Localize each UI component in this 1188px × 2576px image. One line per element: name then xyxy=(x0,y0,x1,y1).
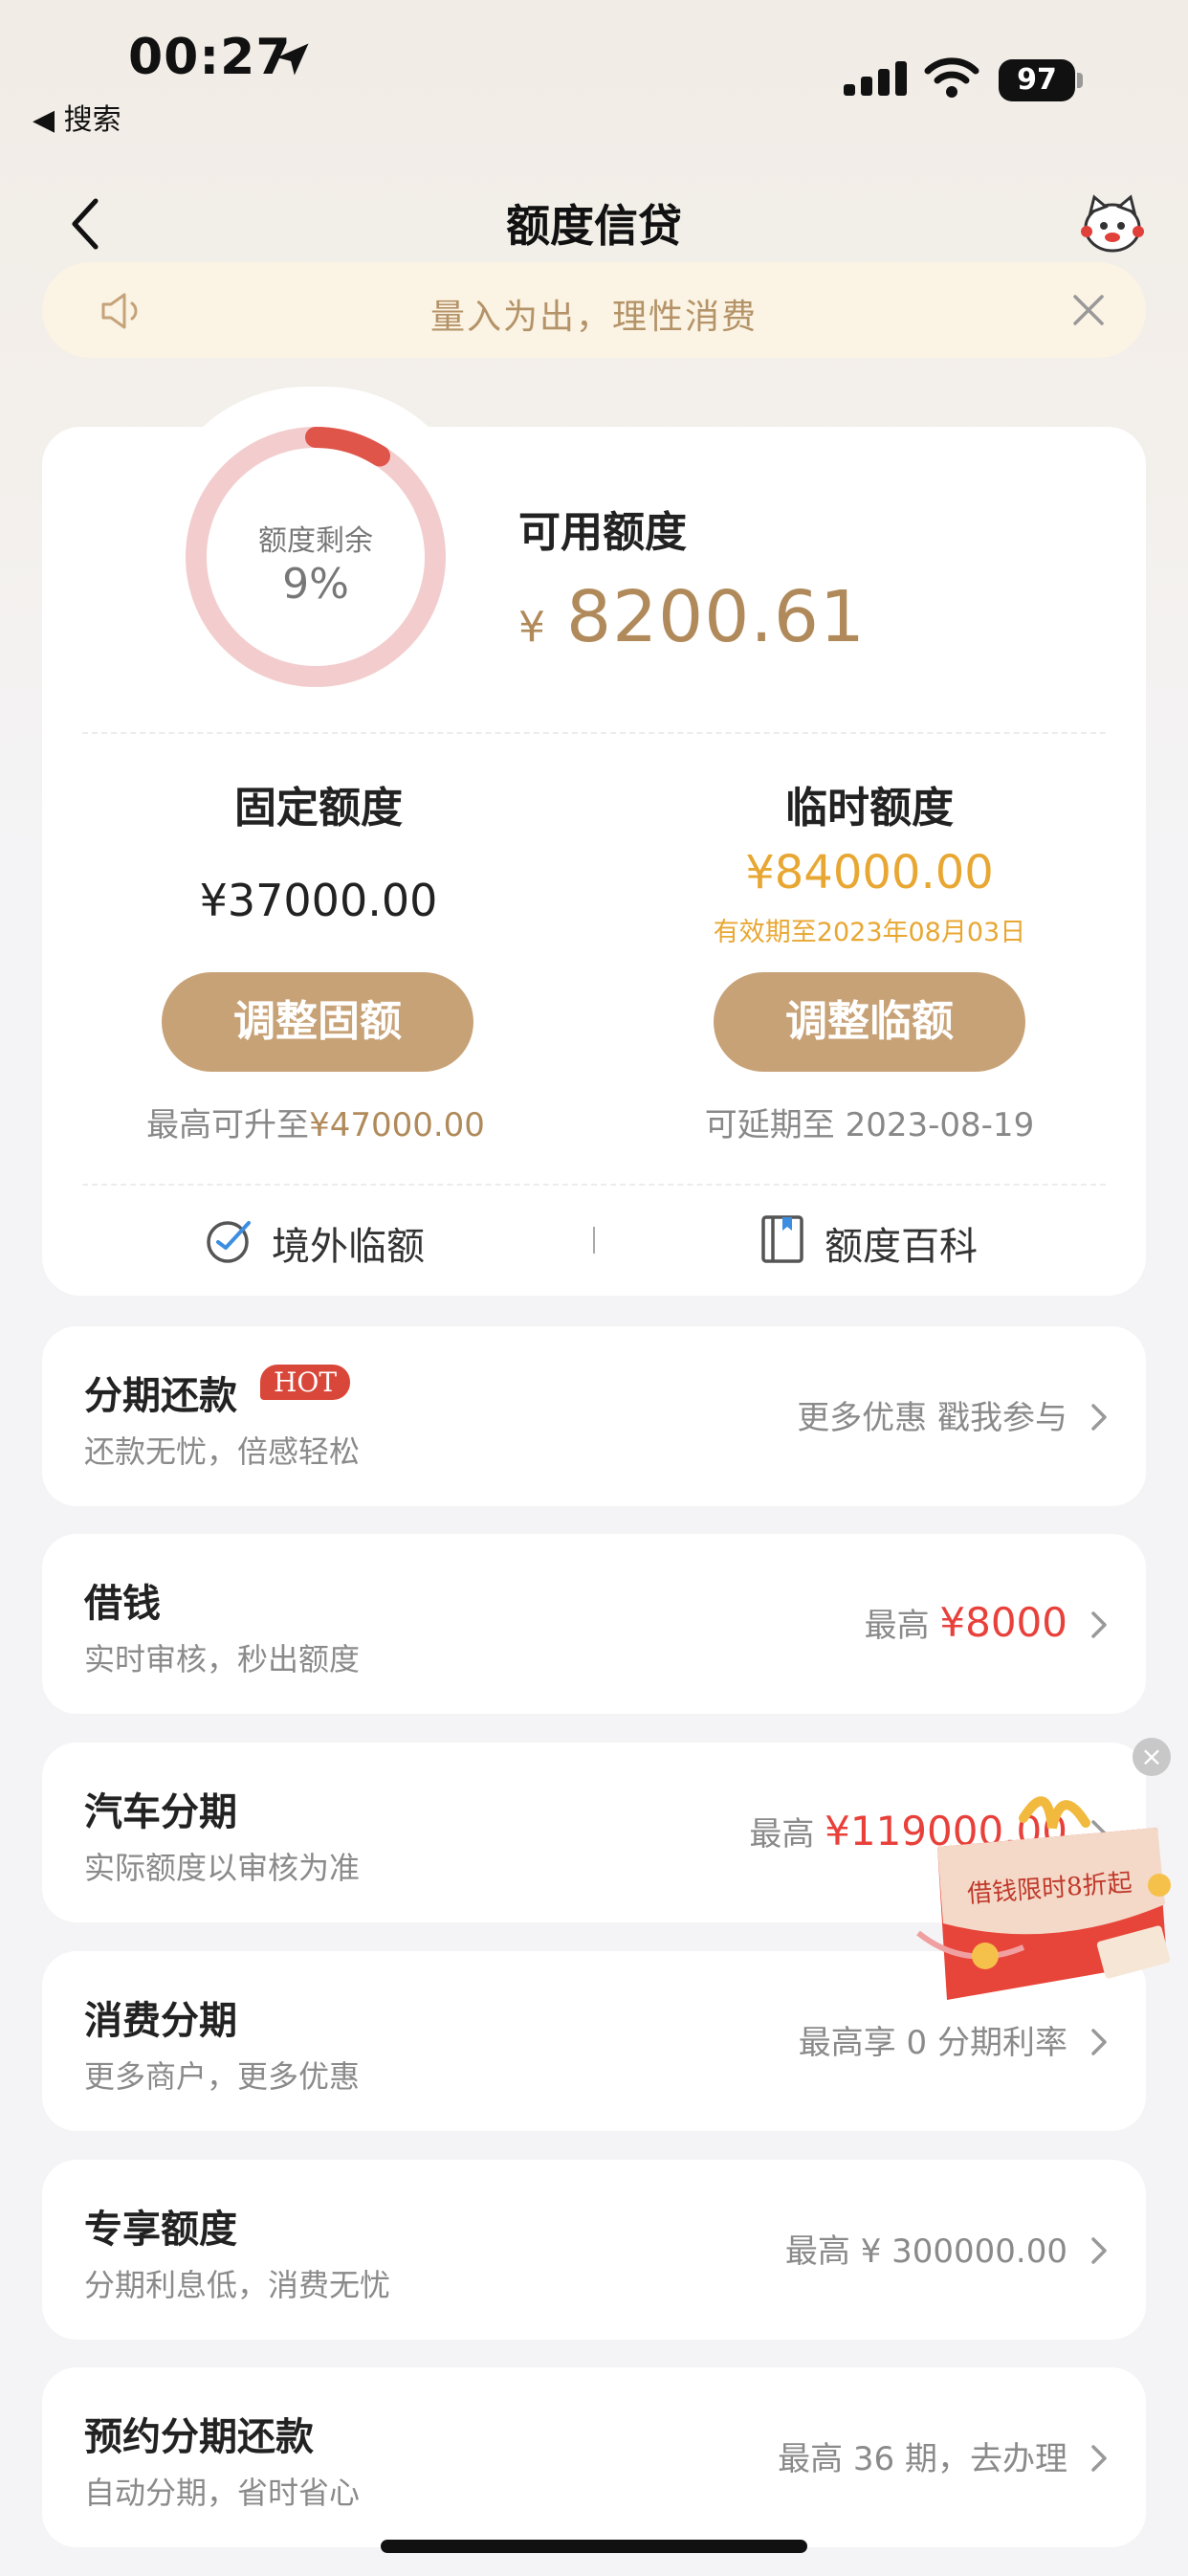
back-to-search-link[interactable]: ◀ 搜索 xyxy=(33,96,121,138)
temp-quota-note: 可延期至 2023-08-19 xyxy=(704,1106,1035,1144)
list-item-scheduled-installment[interactable]: 预约分期还款 自动分期，省时省心 最高 36 期，去办理 xyxy=(42,2367,1146,2547)
chevron-right-icon xyxy=(1091,1404,1107,1431)
wifi-icon xyxy=(924,57,979,98)
item-right-text: 最高享 0 分期利率 xyxy=(799,2016,1067,2063)
close-ad-icon[interactable]: × xyxy=(1133,1738,1171,1776)
item-title: 预约分期还款 xyxy=(84,2415,314,2459)
item-right-text: 最高 ¥8000 xyxy=(865,1599,1067,1646)
fixed-quota-max: ¥47000.00 xyxy=(309,1106,485,1144)
location-arrow-icon xyxy=(276,43,309,76)
quota-wiki-link[interactable]: 额度百科 xyxy=(825,1215,978,1271)
item-right-label: 最高享 0 分期利率 xyxy=(798,2024,1067,2062)
item-subtitle: 自动分期，省时省心 xyxy=(84,2475,361,2511)
hot-badge: HOT xyxy=(260,1365,351,1400)
divider xyxy=(82,1184,1106,1186)
adjust-fixed-quota-button[interactable]: 调整固额 xyxy=(162,972,473,1072)
item-right-text: 最高 ¥ 300000.00 xyxy=(785,2225,1067,2272)
item-subtitle: 实时审核，秒出额度 xyxy=(84,1641,361,1677)
fixed-quota-note-prefix: 最高可升至 xyxy=(146,1106,310,1144)
item-subtitle: 更多商户，更多优惠 xyxy=(84,2058,361,2095)
temp-quota-title: 临时额度 xyxy=(785,784,954,833)
chevron-right-icon xyxy=(1091,2445,1107,2472)
item-right-label: 最高 xyxy=(864,1607,940,1645)
home-indicator[interactable] xyxy=(381,2540,807,2553)
temp-quota-validity: 有效期至2023年08月03日 xyxy=(713,918,1026,947)
item-title: 汽车分期 xyxy=(84,1790,237,1834)
chevron-right-icon xyxy=(1091,2237,1107,2264)
overseas-quota-link[interactable]: 境外临额 xyxy=(272,1215,425,1271)
item-right-label: 更多优惠 戳我参与 xyxy=(797,1399,1067,1437)
list-item-exclusive-quota[interactable]: 专享额度 分期利息低，消费无忧 最高 ¥ 300000.00 xyxy=(42,2160,1146,2340)
list-item-installment-repay[interactable]: 分期还款 HOT 还款无忧，倍感轻松 更多优惠 戳我参与 xyxy=(42,1326,1146,1506)
chevron-right-icon xyxy=(1091,1611,1107,1638)
notice-bar: 量入为出，理性消费 xyxy=(42,262,1146,358)
battery-level: 97 xyxy=(999,59,1075,101)
cellular-signal-icon xyxy=(844,61,907,96)
overseas-quota-icon[interactable] xyxy=(205,1215,254,1265)
item-subtitle: 实际额度以审核为准 xyxy=(84,1850,361,1886)
fixed-quota-note: 最高可升至¥47000.00 xyxy=(48,1099,583,1145)
currency-symbol: ¥ xyxy=(518,603,545,652)
item-right-text: 最高 36 期，去办理 xyxy=(778,2432,1067,2479)
quota-remaining-percent: 9% xyxy=(282,560,349,609)
notice-text: 量入为出，理性消费 xyxy=(429,298,758,337)
item-right-label: 最高 ¥ 300000.00 xyxy=(784,2232,1067,2271)
book-icon[interactable] xyxy=(759,1213,805,1265)
adjust-temp-quota-button[interactable]: 调整临额 xyxy=(714,972,1025,1072)
item-right-value: ¥8000 xyxy=(939,1599,1067,1646)
item-right-label: 最高 xyxy=(749,1815,825,1854)
list-item-borrow[interactable]: 借钱 实时审核，秒出额度 最高 ¥8000 xyxy=(42,1534,1146,1714)
divider xyxy=(82,732,1106,734)
quota-remaining-label: 额度剩余 xyxy=(258,524,373,558)
item-title: 专享额度 xyxy=(84,2208,237,2252)
item-title: 消费分期 xyxy=(84,1999,237,2043)
item-subtitle: 分期利息低，消费无忧 xyxy=(84,2267,391,2303)
temp-quota-amount: ¥84000.00 xyxy=(745,846,994,899)
item-subtitle: 还款无忧，倍感轻松 xyxy=(84,1433,361,1470)
item-right-label: 最高 36 期，去办理 xyxy=(778,2440,1067,2478)
available-quota-amount: 8200.61 xyxy=(566,576,867,658)
page-title: 额度信贷 xyxy=(506,200,682,252)
item-title: 分期还款 xyxy=(84,1374,237,1418)
item-title: 借钱 xyxy=(84,1582,161,1626)
battery-indicator: 97 xyxy=(999,59,1085,101)
close-icon[interactable] xyxy=(1071,293,1106,327)
mascot-service-icon[interactable] xyxy=(1079,193,1146,255)
link-separator xyxy=(593,1227,595,1254)
item-right-text: 更多优惠 戳我参与 xyxy=(797,1391,1067,1438)
status-time: 00:27 xyxy=(128,29,292,86)
chevron-right-icon xyxy=(1091,2029,1107,2055)
fixed-quota-amount: ¥37000.00 xyxy=(199,875,438,926)
available-quota-label: 可用额度 xyxy=(518,508,687,557)
fixed-quota-title: 固定额度 xyxy=(234,784,403,833)
